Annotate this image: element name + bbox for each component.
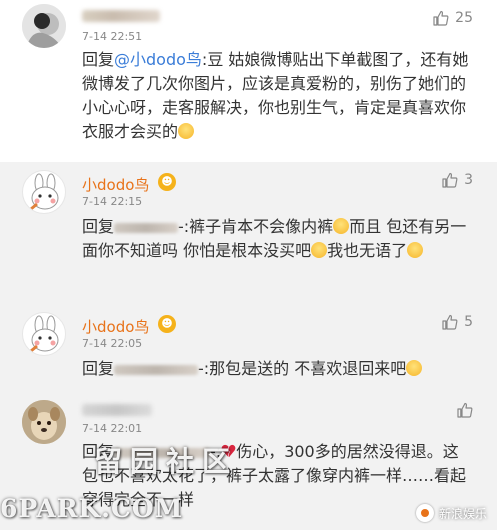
avatar[interactable] xyxy=(22,400,66,444)
like-button[interactable]: 3 xyxy=(442,172,473,188)
member-badge-icon: ☻ xyxy=(158,173,176,191)
reply-prefix: 回复 xyxy=(82,217,115,236)
comment-body: 回复@小dodo鸟:豆 姑娘微博贴出下单截图了，还有她微博发了几次你图片，应该是… xyxy=(82,48,474,144)
comment-text: -:那包是送的 不喜欢退回来吧 xyxy=(198,359,407,378)
like-button[interactable]: 25 xyxy=(433,10,473,26)
redacted-username xyxy=(114,364,199,375)
thumbs-up-icon xyxy=(457,402,473,418)
comment-item: 小dodo鸟 ☻ 7-14 22:15 3 回复 -:裤子肯本不会像内裤 而且 包还… xyxy=(0,162,497,304)
like-button[interactable]: 5 xyxy=(442,314,473,330)
comment-time: 7-14 22:15 xyxy=(82,195,143,208)
avatar[interactable] xyxy=(22,170,66,214)
like-count: 5 xyxy=(464,314,473,330)
brand-watermark: 新浪娱乐 xyxy=(415,504,487,522)
reply-prefix: 回复 xyxy=(82,359,115,378)
smile-emoji-icon xyxy=(311,242,328,258)
comment-body: 回复 -:那包是送的 不喜欢退回来吧 xyxy=(82,357,474,381)
site-watermark-url: 6PARK.COM xyxy=(0,494,184,523)
username[interactable]: 小dodo鸟 xyxy=(82,174,149,195)
thumbs-up-icon xyxy=(433,10,449,26)
avatar[interactable] xyxy=(22,4,66,48)
reply-prefix: 回复 xyxy=(82,50,115,69)
thumbs-up-icon xyxy=(442,172,458,188)
mention-link[interactable]: @小dodo鸟 xyxy=(114,50,202,69)
comment-text: -:裤子肯本不会像内裤 xyxy=(178,217,334,236)
comment-item: 7-14 22:51 25 回复@小dodo鸟:豆 姑娘微博贴出下单截图了，还有… xyxy=(0,0,497,162)
username-redacted[interactable] xyxy=(82,404,152,416)
comment-item: 小dodo鸟 ☻ 7-14 22:05 5 回复 -:那包是送的 不喜欢退回来吧 xyxy=(0,304,497,392)
comment-body: 回复 -:裤子肯本不会像内裤 而且 包还有另一面你不知道吗 你怕是根本没买吧 我也无语… xyxy=(82,215,474,263)
like-count: 3 xyxy=(464,172,473,188)
blush-emoji-icon xyxy=(178,123,195,139)
like-count: 25 xyxy=(455,10,473,26)
username[interactable]: 小dodo鸟 xyxy=(82,316,149,337)
comment-text: 我也无语了 xyxy=(327,241,408,260)
comment-time: 7-14 22:01 xyxy=(82,422,143,435)
smile-emoji-icon xyxy=(407,242,424,258)
comment-time: 7-14 22:05 xyxy=(82,337,143,350)
smile-emoji-icon xyxy=(406,360,423,376)
sina-eye-logo-icon xyxy=(415,504,434,522)
username-redacted[interactable] xyxy=(82,10,160,22)
smile-emoji-icon xyxy=(333,218,350,234)
redacted-username xyxy=(114,222,179,233)
site-watermark: 留园社区 xyxy=(94,445,239,478)
member-badge-icon: ☻ xyxy=(158,315,176,333)
comment-text: 伤心，300多的居然没得 xyxy=(236,442,411,461)
thumbs-up-icon xyxy=(442,314,458,330)
comment-time: 7-14 22:51 xyxy=(82,30,143,43)
like-button[interactable] xyxy=(457,402,473,418)
avatar[interactable] xyxy=(22,312,66,356)
brand-name: 新浪娱乐 xyxy=(438,506,487,521)
